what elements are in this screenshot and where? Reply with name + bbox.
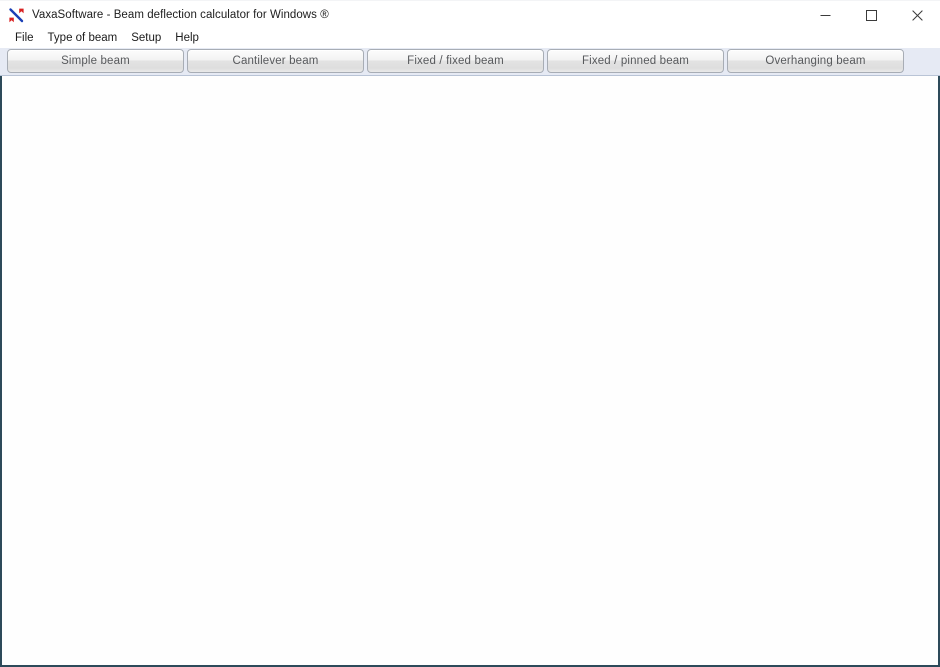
tab-fixed-pinned-beam[interactable]: Fixed / pinned beam [547,49,724,73]
maximize-button[interactable] [848,1,894,30]
menu-type-of-beam[interactable]: Type of beam [41,29,125,48]
app-logo-icon [8,7,25,24]
title-bar: VaxaSoftware - Beam deflection calculato… [0,0,940,29]
tab-cantilever-beam[interactable]: Cantilever beam [187,49,364,73]
menu-help[interactable]: Help [168,29,206,48]
menu-bar: File Type of beam Setup Help [0,29,940,48]
application-window: VaxaSoftware - Beam deflection calculato… [0,0,940,667]
beam-drawing-canvas[interactable] [2,76,938,665]
tab-simple-beam[interactable]: Simple beam [7,49,184,73]
close-button[interactable] [894,1,940,30]
beam-type-tab-strip: Simple beam Cantilever beam Fixed / fixe… [0,48,940,76]
menu-setup[interactable]: Setup [124,29,168,48]
menu-file[interactable]: File [8,29,41,48]
window-title: VaxaSoftware - Beam deflection calculato… [32,9,329,21]
main-content-area [0,76,940,667]
tab-fixed-fixed-beam[interactable]: Fixed / fixed beam [367,49,544,73]
window-controls [802,1,940,30]
tab-overhanging-beam[interactable]: Overhanging beam [727,49,904,73]
minimize-button[interactable] [802,1,848,30]
